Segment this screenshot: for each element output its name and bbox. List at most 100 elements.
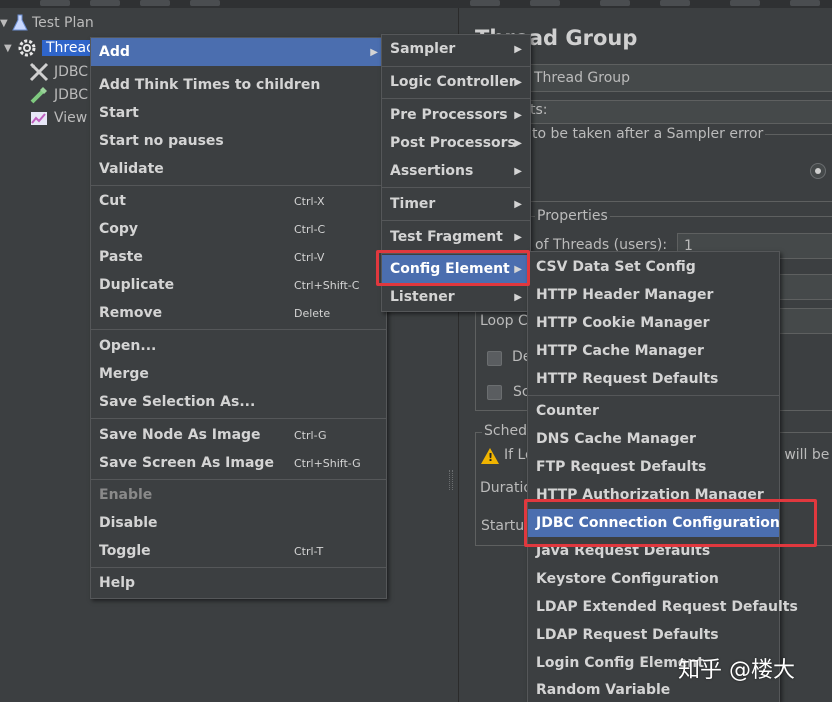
menu-item-timer[interactable]: Timer ▶ (382, 190, 530, 218)
shortcut-label: Ctrl+Shift-G (294, 456, 361, 470)
delay-thread-checkbox[interactable] (487, 351, 502, 366)
menu-item-open[interactable]: Open... (91, 332, 386, 360)
menu-item-http-cache-manager[interactable]: HTTP Cache Manager (528, 337, 779, 365)
menu-item-sampler[interactable]: Sampler ▶ (382, 35, 530, 63)
jmeter-window: ▼ Test Plan ▼ Thread JDBC JDBC View Thre… (0, 0, 832, 702)
toolbar-button[interactable] (140, 0, 170, 6)
menu-item-start-no-pauses[interactable]: Start no pauses (91, 127, 386, 155)
loop-count-input[interactable] (779, 308, 832, 334)
tree-item-test-plan[interactable]: ▼ Test Plan (0, 12, 94, 34)
shortcut-label: Ctrl-C (294, 222, 326, 236)
menu-item-http-request-defaults[interactable]: HTTP Request Defaults (528, 365, 779, 393)
submenu-arrow-icon: ▶ (514, 137, 522, 149)
menu-item-save-selection[interactable]: Save Selection As... (91, 388, 386, 416)
toolbar-button[interactable] (470, 0, 500, 6)
warning-icon-mark: ! (488, 451, 494, 464)
continue-radio[interactable] (810, 163, 826, 179)
toolbar-button[interactable] (190, 0, 220, 6)
tree-item-view-results[interactable]: View (28, 107, 87, 129)
tree-item-jdbc-request[interactable]: JDBC (28, 61, 88, 83)
menu-separator (382, 187, 530, 188)
tree-item-jdbc-config[interactable]: JDBC (28, 84, 88, 106)
menu-item-label: Logic Controller (390, 74, 516, 90)
shortcut-label: Ctrl-X (294, 194, 325, 208)
toolbar-button[interactable] (660, 0, 690, 6)
menu-item-add-think-times[interactable]: Add Think Times to children (91, 71, 386, 99)
submenu-arrow-icon: ▶ (514, 109, 522, 121)
menu-item-label: Duplicate (99, 277, 175, 293)
menu-item-label: Open... (99, 338, 157, 354)
menu-item-label: Sampler (390, 41, 456, 57)
menu-item-cut[interactable]: Cut Ctrl-X (91, 187, 386, 215)
menu-item-toggle[interactable]: Toggle Ctrl-T (91, 537, 386, 565)
menu-item-merge[interactable]: Merge (91, 360, 386, 388)
toolbar-button[interactable] (790, 0, 820, 6)
menu-item-http-cookie-manager[interactable]: HTTP Cookie Manager (528, 309, 779, 337)
menu-separator (91, 567, 386, 568)
menu-item-assertions[interactable]: Assertions ▶ (382, 157, 530, 185)
menu-item-label: HTTP Cookie Manager (536, 315, 710, 331)
tree-item-label: Test Plan (32, 15, 94, 31)
menu-item-dns-cache-manager[interactable]: DNS Cache Manager (528, 425, 779, 453)
menu-item-label: Enable (99, 487, 153, 503)
same-user-checkbox[interactable] (487, 385, 502, 400)
menu-item-ldap-extended-request-defaults[interactable]: LDAP Extended Request Defaults (528, 593, 798, 621)
toolbar-button[interactable] (40, 0, 70, 6)
menu-item-label: LDAP Extended Request Defaults (536, 599, 798, 615)
expand-triangle-icon[interactable]: ▼ (0, 18, 12, 29)
menu-item-keystore-configuration[interactable]: Keystore Configuration (528, 565, 779, 593)
toolbar-button[interactable] (730, 0, 760, 6)
menu-item-paste[interactable]: Paste Ctrl-V (91, 243, 386, 271)
comments-field[interactable] (529, 100, 832, 124)
menu-item-pre-processors[interactable]: Pre Processors ▶ (382, 101, 530, 129)
menu-item-csv-data-set-config[interactable]: CSV Data Set Config (528, 253, 779, 281)
menu-item-label: CSV Data Set Config (536, 259, 696, 275)
menu-separator (91, 329, 386, 330)
menu-item-logic-controller[interactable]: Logic Controller ▶ (382, 68, 530, 96)
context-menu: Add ▶ Add Think Times to children Start S… (90, 37, 387, 599)
menu-separator (382, 220, 530, 221)
toolbar (0, 0, 832, 8)
menu-item-ftp-request-defaults[interactable]: FTP Request Defaults (528, 453, 779, 481)
menu-item-start[interactable]: Start (91, 99, 386, 127)
submenu-arrow-icon: ▶ (514, 43, 522, 55)
menu-item-enable: Enable (91, 481, 386, 509)
menu-item-post-processors[interactable]: Post Processors ▶ (382, 129, 530, 157)
menu-item-listener[interactable]: Listener ▶ (382, 283, 530, 311)
toolbar-button[interactable] (600, 0, 630, 6)
menu-item-label: Copy (99, 221, 139, 237)
menu-item-validate[interactable]: Validate (91, 155, 386, 183)
menu-item-label: Random Variable (536, 682, 671, 698)
menu-item-disable[interactable]: Disable (91, 509, 386, 537)
menu-item-label: Post Processors (390, 135, 516, 151)
menu-item-ldap-request-defaults[interactable]: LDAP Request Defaults (528, 621, 779, 649)
menu-item-duplicate[interactable]: Duplicate Ctrl+Shift-C (91, 271, 386, 299)
menu-item-save-node-image[interactable]: Save Node As Image Ctrl-G (91, 421, 386, 449)
name-field[interactable]: Thread Group (529, 64, 832, 92)
menu-item-add[interactable]: Add ▶ (91, 38, 386, 66)
menu-item-label: Save Selection As... (99, 394, 256, 410)
menu-separator (528, 395, 779, 396)
toolbar-button[interactable] (530, 0, 560, 6)
submenu-arrow-icon: ▶ (514, 291, 522, 303)
menu-item-label: Help (99, 575, 136, 591)
menu-item-label: Timer (390, 196, 436, 212)
menu-item-remove[interactable]: Remove Delete (91, 299, 386, 327)
splitter-grip[interactable] (449, 470, 453, 490)
menu-separator (91, 185, 386, 186)
menu-item-http-header-manager[interactable]: HTTP Header Manager (528, 281, 779, 309)
menu-item-save-screen-image[interactable]: Save Screen As Image Ctrl+Shift-G (91, 449, 386, 477)
menu-item-label: Listener (390, 289, 455, 305)
graph-icon (31, 112, 47, 125)
duration-label: Duratio (480, 480, 532, 496)
menu-item-help[interactable]: Help (91, 569, 386, 597)
menu-item-copy[interactable]: Copy Ctrl-C (91, 215, 386, 243)
tree-item-thread-group[interactable]: ▼ Thread (4, 37, 99, 59)
expand-triangle-icon[interactable]: ▼ (4, 43, 16, 54)
menu-item-label: Start no pauses (99, 133, 224, 149)
menu-item-label: Pre Processors (390, 107, 508, 123)
toolbar-button[interactable] (90, 0, 120, 6)
menu-item-counter[interactable]: Counter (528, 397, 779, 425)
menu-item-test-fragment[interactable]: Test Fragment ▶ (382, 223, 530, 251)
rampup-input[interactable] (779, 274, 832, 300)
